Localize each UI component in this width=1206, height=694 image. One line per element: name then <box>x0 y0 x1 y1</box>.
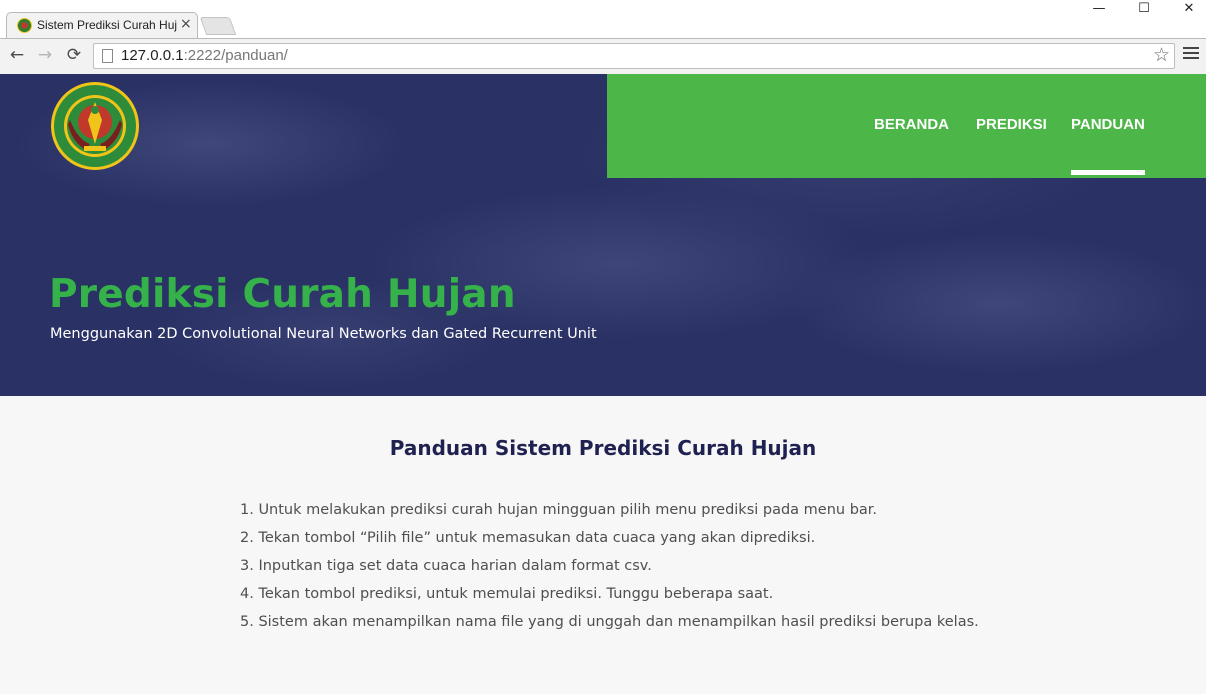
url-text[interactable]: 127.0.0.1:2222/panduan/ <box>121 47 288 64</box>
window-close-button[interactable]: ✕ <box>1166 0 1206 20</box>
guide-step: 3. Inputkan tiga set data cuaca harian d… <box>240 558 652 574</box>
reload-button[interactable]: ⟳ <box>63 44 85 66</box>
hero-subtitle: Menggunakan 2D Convolutional Neural Netw… <box>50 326 597 342</box>
active-nav-indicator <box>1071 170 1145 175</box>
nav-beranda[interactable]: BERANDA <box>874 116 949 133</box>
browser-menu-icon[interactable] <box>1183 47 1199 61</box>
tab-title: Sistem Prediksi Curah Hujan <box>37 18 177 32</box>
hero-title: Prediksi Curah Hujan <box>49 272 516 317</box>
guide-steps: 1. Untuk melakukan prediksi curah hujan … <box>240 496 1140 636</box>
browser-toolbar: ← → ⟳ 127.0.0.1:2222/panduan/ ☆ <box>0 38 1206 73</box>
tab-close-icon[interactable]: × <box>180 16 192 32</box>
url-path: :2222/panduan/ <box>183 47 288 64</box>
page-icon <box>102 49 113 63</box>
maximize-button[interactable]: ☐ <box>1121 0 1167 20</box>
address-bar[interactable]: 127.0.0.1:2222/panduan/ ☆ <box>93 43 1175 69</box>
nav-panduan[interactable]: PANDUAN <box>1071 116 1145 133</box>
tab-strip: Sistem Prediksi Curah Hujan × — ☐ ✕ <box>0 0 1206 38</box>
guide-step: 2. Tekan tombol “Pilih file” untuk memas… <box>240 530 816 546</box>
hero-banner: BERANDA PREDIKSI PANDUAN Prediksi Curah … <box>0 74 1206 396</box>
browser-chrome: Sistem Prediksi Curah Hujan × — ☐ ✕ ← → … <box>0 0 1206 74</box>
forward-button[interactable]: → <box>34 44 56 66</box>
new-tab-button[interactable] <box>199 17 237 35</box>
back-button[interactable]: ← <box>6 44 28 66</box>
bookmark-star-icon[interactable]: ☆ <box>1153 44 1170 66</box>
nav-prediksi[interactable]: PREDIKSI <box>976 116 1047 133</box>
guide-step: 1. Untuk melakukan prediksi curah hujan … <box>240 502 878 518</box>
university-logo-icon <box>51 82 139 170</box>
browser-tab[interactable]: Sistem Prediksi Curah Hujan × <box>6 12 198 38</box>
page-viewport: BERANDA PREDIKSI PANDUAN Prediksi Curah … <box>0 74 1206 694</box>
guide-step: 5. Sistem akan menampilkan nama file yan… <box>240 614 979 630</box>
url-host: 127.0.0.1 <box>121 47 184 64</box>
favicon-icon <box>17 18 32 33</box>
guide-title: Panduan Sistem Prediksi Curah Hujan <box>389 436 817 460</box>
guide-step: 4. Tekan tombol prediksi, untuk memulai … <box>240 586 774 602</box>
minimize-button[interactable]: — <box>1076 0 1122 20</box>
main-navbar: BERANDA PREDIKSI PANDUAN <box>607 74 1206 178</box>
